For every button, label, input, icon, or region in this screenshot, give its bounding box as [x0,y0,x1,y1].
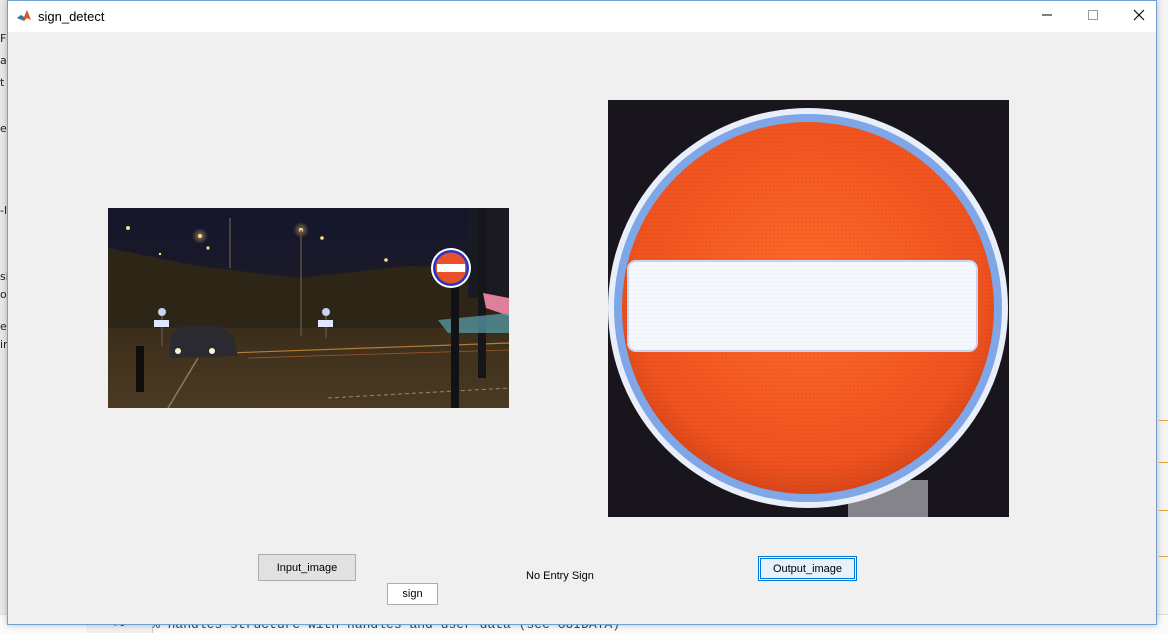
sign-button[interactable]: sign [387,583,438,605]
title-bar[interactable]: sign_detect [8,1,1156,32]
minimize-button[interactable] [1024,1,1070,32]
close-button[interactable] [1116,1,1162,32]
input-image-axes [108,208,509,408]
background-fragment: F [0,32,7,45]
close-icon [1133,8,1145,26]
maximize-icon [1087,8,1099,26]
background-fragment: -l [0,204,8,217]
input-image-button[interactable]: Input_image [258,554,356,581]
result-label: No Entry Sign [526,570,594,582]
output-image [608,100,1009,517]
input-image [108,208,509,408]
figure-window: sign_detect Input_image Output_image sig… [7,0,1157,625]
matlab-icon [16,8,32,24]
maximize-button[interactable] [1070,1,1116,32]
output-image-button[interactable]: Output_image [758,556,857,581]
window-title: sign_detect [38,9,105,24]
background-fragment: t [0,76,5,89]
background-editor-right [1156,0,1168,632]
minimize-icon [1041,8,1053,26]
output-image-axes [608,100,1009,517]
